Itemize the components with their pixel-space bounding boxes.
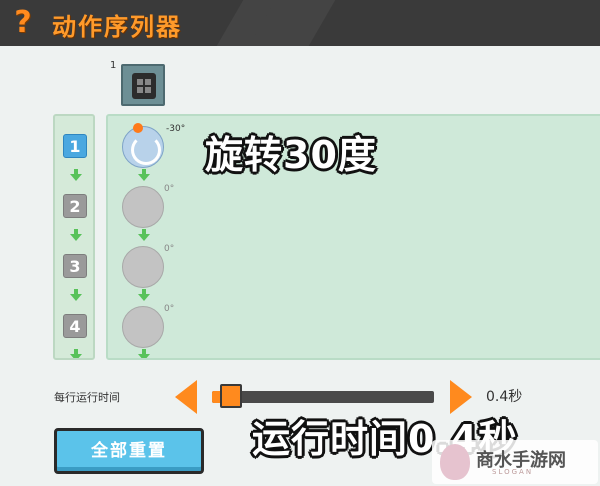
- arrow-down-icon: [70, 349, 82, 358]
- row-number-4[interactable]: 4: [63, 314, 87, 338]
- arrow-down-icon: [70, 169, 82, 181]
- angle-label-3: 0°: [164, 244, 175, 254]
- row-number-2[interactable]: 2: [63, 194, 87, 218]
- cube-block-icon: [132, 73, 156, 99]
- arrow-down-icon: [138, 229, 150, 241]
- row-number-1[interactable]: 1: [63, 134, 87, 158]
- watermark-logo-icon: [440, 444, 470, 480]
- time-slider-handle[interactable]: [220, 384, 242, 408]
- time-per-row-label: 每行运行时间: [54, 391, 120, 404]
- time-value: 0.4秒: [486, 389, 523, 405]
- help-icon[interactable]: ?: [8, 6, 38, 40]
- reset-all-button[interactable]: 全部重置: [54, 428, 204, 474]
- rotation-action-4[interactable]: [122, 306, 164, 348]
- rotation-action-2[interactable]: [122, 186, 164, 228]
- header-bar: ? 动作序列器: [0, 0, 600, 46]
- rotation-action-1[interactable]: [122, 123, 164, 168]
- rotation-action-3[interactable]: [122, 246, 164, 288]
- arrow-down-icon: [70, 229, 82, 241]
- angle-label-1: -30°: [166, 124, 186, 134]
- arrow-down-icon: [138, 169, 150, 181]
- angle-label-2: 0°: [164, 184, 175, 194]
- angle-label-4: 0°: [164, 304, 175, 314]
- decrease-arrow-icon[interactable]: [175, 380, 197, 414]
- block-thumbnail[interactable]: [121, 64, 165, 106]
- page-title: 动作序列器: [52, 13, 182, 41]
- arrow-down-icon: [70, 289, 82, 301]
- time-slider-track[interactable]: [212, 391, 434, 403]
- row-number-3[interactable]: 3: [63, 254, 87, 278]
- row-number-column: 1 2 3 4: [53, 114, 95, 360]
- block-index: 1: [110, 60, 117, 71]
- rotation-marker-icon: [133, 123, 143, 133]
- watermark: 商水手游网 SLOGAN: [432, 440, 598, 484]
- watermark-slogan: SLOGAN: [492, 468, 534, 476]
- rotate-annotation: 旋转30度: [205, 133, 377, 177]
- arrow-down-icon: [138, 289, 150, 301]
- arrow-down-icon: [138, 349, 150, 358]
